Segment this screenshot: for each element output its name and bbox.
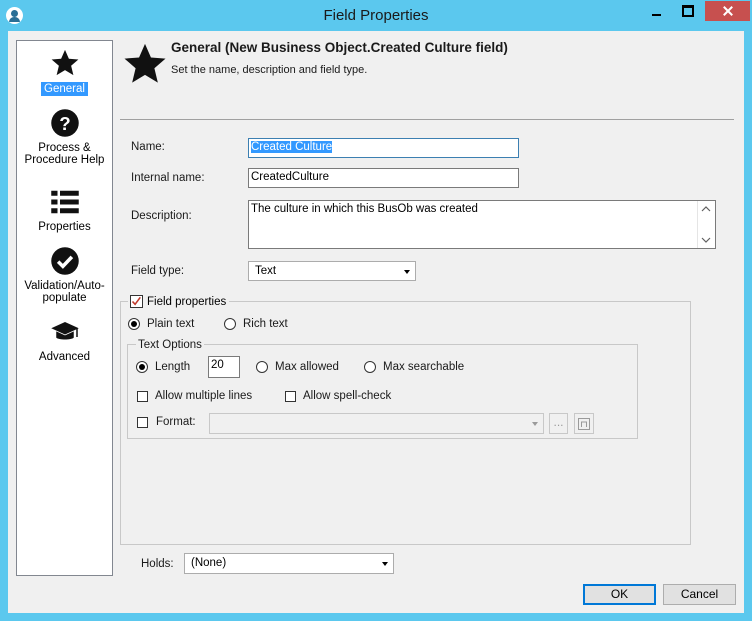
title-bar[interactable]: Field Properties (0, 0, 752, 31)
sidebar-item-label: Process & (38, 142, 91, 154)
field-type-dropdown[interactable]: Text (248, 261, 416, 281)
format-checkbox[interactable] (137, 417, 148, 428)
rich-text-radio[interactable] (224, 318, 236, 330)
length-radio[interactable] (136, 361, 148, 373)
close-button[interactable] (705, 1, 750, 21)
format-label: Format: (156, 416, 196, 428)
dialog-body: General ? Process & Procedure Help Prope… (8, 31, 744, 613)
graduation-cap-icon (50, 322, 79, 340)
format-dropdown[interactable] (209, 413, 544, 434)
field-type-value: Text (255, 265, 277, 277)
minimize-button[interactable] (643, 1, 670, 21)
holds-label: Holds: (141, 558, 174, 570)
format-ellipsis-button[interactable]: ... (549, 413, 568, 434)
sidebar-item-process-help[interactable]: ? Process & Procedure Help (17, 108, 112, 166)
list-icon (50, 190, 79, 214)
field-type-label: Field type: (131, 265, 185, 277)
sidebar-item-label: Properties (38, 221, 91, 233)
description-scrollbar[interactable] (697, 201, 715, 248)
sidebar-item-label: Advanced (38, 351, 91, 363)
allow-multiple-lines-label: Allow multiple lines (155, 390, 253, 402)
chevron-down-icon (382, 562, 388, 566)
sidebar-item-advanced[interactable]: Advanced (17, 317, 112, 363)
chevron-down-icon (532, 422, 538, 426)
internal-name-field[interactable]: CreatedCulture (248, 168, 519, 188)
field-properties-window: Field Properties General ? Process & Pro… (0, 0, 752, 621)
question-circle-icon: ? (50, 109, 79, 137)
max-allowed-label: Max allowed (275, 361, 339, 373)
window-title: Field Properties (323, 7, 429, 24)
length-value: 20 (211, 359, 224, 371)
cancel-button[interactable]: Cancel (663, 584, 736, 605)
sidebar-item-general[interactable]: General (17, 48, 112, 96)
length-label: Length (155, 361, 191, 373)
svg-text:?: ? (59, 113, 70, 134)
scroll-up-icon[interactable] (698, 203, 714, 215)
name-field[interactable]: Created Culture (248, 138, 519, 158)
chevron-down-icon (404, 270, 410, 274)
format-insert-icon (578, 418, 590, 430)
name-value: Created Culture (251, 141, 333, 153)
scroll-down-icon[interactable] (698, 234, 714, 246)
section-star-icon (124, 43, 166, 83)
header-divider (120, 119, 734, 120)
description-value: The culture in which this BusOb was crea… (251, 203, 478, 215)
sidebar: General ? Process & Procedure Help Prope… (16, 40, 113, 576)
description-label: Description: (131, 210, 192, 222)
internal-name-value: CreatedCulture (251, 171, 329, 183)
rich-text-label: Rich text (243, 318, 288, 330)
text-options-label: Text Options (136, 339, 204, 351)
name-label: Name: (131, 141, 165, 153)
plain-text-label: Plain text (147, 318, 195, 330)
max-searchable-radio[interactable] (364, 361, 376, 373)
maximize-button[interactable] (674, 1, 701, 21)
internal-name-label: Internal name: (131, 172, 205, 184)
allow-spell-check-checkbox[interactable] (285, 391, 296, 402)
holds-dropdown[interactable]: (None) (184, 553, 394, 574)
max-allowed-radio[interactable] (256, 361, 268, 373)
sidebar-item-label: Validation/Auto- (24, 280, 105, 292)
section-subtitle: Set the name, description and field type… (171, 64, 368, 76)
field-properties-label: Field properties (147, 296, 227, 308)
sidebar-item-label: populate (42, 292, 87, 304)
length-field[interactable]: 20 (208, 356, 240, 378)
section-title: General (New Business Object.Created Cul… (171, 40, 508, 55)
field-properties-checkbox[interactable] (130, 295, 143, 308)
plain-text-radio[interactable] (128, 318, 140, 330)
description-field[interactable]: The culture in which this BusOb was crea… (248, 200, 716, 249)
sidebar-item-label: General (41, 82, 88, 96)
sidebar-item-validation[interactable]: Validation/Auto- populate (17, 246, 112, 304)
sidebar-item-label: Procedure Help (24, 154, 105, 166)
star-icon (51, 49, 78, 76)
ok-button[interactable]: OK (583, 584, 656, 605)
max-searchable-label: Max searchable (383, 361, 465, 373)
allow-multiple-lines-checkbox[interactable] (137, 391, 148, 402)
holds-value: (None) (191, 557, 227, 569)
format-insert-button[interactable] (574, 413, 594, 434)
allow-spell-check-label: Allow spell-check (303, 390, 392, 402)
field-properties-header: Field properties (128, 294, 230, 310)
sidebar-item-properties[interactable]: Properties (17, 187, 112, 233)
check-circle-icon (50, 247, 79, 275)
